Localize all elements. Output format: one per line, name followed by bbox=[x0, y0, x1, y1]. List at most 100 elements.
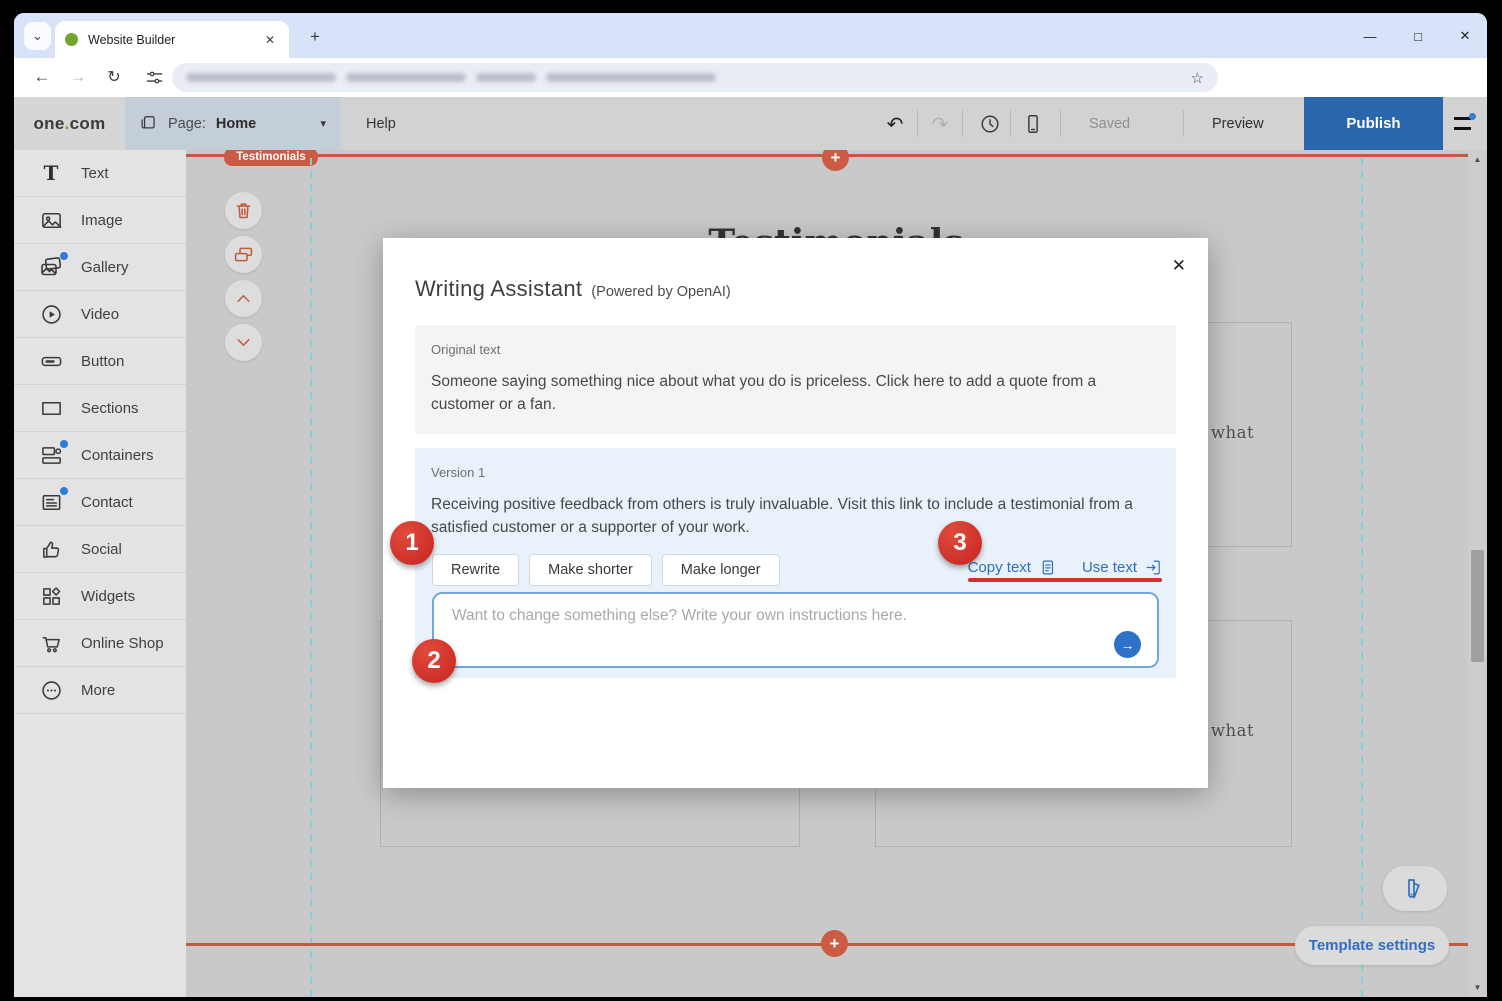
contact-form-icon bbox=[40, 491, 63, 514]
builder-toolbar: one.com Page: Home ▾ Help ↶ ↷ bbox=[14, 97, 1487, 150]
forward-button[interactable]: → bbox=[64, 63, 92, 91]
add-section-button-top[interactable]: + bbox=[822, 150, 849, 171]
sidebar-item-containers[interactable]: Containers bbox=[14, 432, 186, 479]
use-text-import-icon bbox=[1145, 559, 1162, 576]
reload-button[interactable]: ↻ bbox=[100, 63, 128, 91]
divider bbox=[962, 110, 963, 137]
sidebar-item-text[interactable]: T Text bbox=[14, 150, 186, 197]
sidebar-item-social[interactable]: Social bbox=[14, 526, 186, 573]
sidebar-item-contact[interactable]: Contact bbox=[14, 479, 186, 526]
make-longer-button[interactable]: Make longer bbox=[662, 554, 780, 586]
original-text-label: Original text bbox=[431, 342, 1160, 357]
send-button[interactable]: → bbox=[1114, 631, 1141, 658]
forward-icon: → bbox=[70, 67, 87, 87]
tab-search-button[interactable]: ⌄ bbox=[24, 22, 51, 50]
scrollbar-thumb[interactable] bbox=[1471, 550, 1484, 662]
pages-icon bbox=[139, 114, 158, 133]
preview-button[interactable]: Preview bbox=[1212, 97, 1264, 150]
close-icon: ✕ bbox=[1172, 256, 1186, 275]
redo-button[interactable]: ↷ bbox=[926, 110, 954, 138]
history-clock-icon bbox=[979, 113, 1001, 135]
move-section-down-button[interactable] bbox=[225, 324, 262, 361]
copy-text-link[interactable]: Copy text bbox=[968, 559, 1056, 576]
sidebar-item-more[interactable]: More bbox=[14, 667, 186, 714]
back-icon: ← bbox=[34, 67, 51, 87]
divider bbox=[1060, 110, 1061, 137]
scroll-down-icon[interactable]: ▼ bbox=[1468, 983, 1487, 992]
page-selector[interactable]: Page: Home ▾ bbox=[125, 97, 340, 150]
instructions-input[interactable] bbox=[450, 606, 1074, 626]
writing-assistant-modal: ✕ Writing Assistant (Powered by OpenAI) … bbox=[383, 238, 1208, 788]
more-icon bbox=[40, 679, 63, 702]
element-sidebar: T Text Image Gallery Video bbox=[14, 150, 186, 997]
help-button[interactable]: Help bbox=[366, 97, 396, 150]
scroll-up-icon[interactable]: ▲ bbox=[1468, 155, 1487, 164]
mobile-preview-button[interactable] bbox=[1019, 110, 1047, 138]
sidebar-item-sections[interactable]: Sections bbox=[14, 385, 186, 432]
reload-icon: ↻ bbox=[107, 67, 120, 87]
browser-titlebar: ⌄ Website Builder ✕ + — □ ✕ bbox=[14, 13, 1487, 58]
modal-close-button[interactable]: ✕ bbox=[1172, 256, 1186, 276]
vertical-scrollbar[interactable]: ▲ ▼ bbox=[1468, 150, 1487, 997]
window-minimize-button[interactable]: — bbox=[1354, 22, 1386, 50]
tune-button[interactable] bbox=[140, 63, 168, 91]
sidebar-item-button[interactable]: Button bbox=[14, 338, 186, 385]
one-com-logo: one.com bbox=[14, 97, 125, 150]
modal-subtitle: (Powered by OpenAI) bbox=[591, 284, 730, 300]
divider bbox=[917, 110, 918, 137]
page-label: Page: bbox=[168, 116, 206, 132]
template-settings-button[interactable]: Template settings bbox=[1295, 926, 1449, 965]
new-feature-dot bbox=[60, 252, 68, 260]
divider bbox=[1183, 110, 1184, 137]
sidebar-item-video[interactable]: Video bbox=[14, 291, 186, 338]
tab-close-icon[interactable]: ✕ bbox=[261, 31, 279, 49]
menu-icon bbox=[1454, 127, 1471, 130]
browser-tab[interactable]: Website Builder ✕ bbox=[55, 21, 289, 58]
address-bar[interactable]: ☆ bbox=[172, 63, 1218, 92]
version-text: Receiving positive feedback from others … bbox=[431, 493, 1137, 539]
add-section-button-bottom[interactable]: + bbox=[821, 930, 848, 957]
back-button[interactable]: ← bbox=[28, 63, 56, 91]
style-palette-button[interactable] bbox=[1383, 866, 1447, 911]
make-shorter-button[interactable]: Make shorter bbox=[529, 554, 652, 586]
preview-label: Preview bbox=[1212, 116, 1264, 132]
sidebar-item-gallery[interactable]: Gallery bbox=[14, 244, 186, 291]
publish-button[interactable]: Publish bbox=[1304, 97, 1443, 150]
original-text-panel: Original text Someone saying something n… bbox=[415, 325, 1176, 434]
layout-guide-right bbox=[1361, 158, 1363, 997]
new-feature-dot bbox=[60, 487, 68, 495]
undo-button[interactable]: ↶ bbox=[881, 110, 909, 138]
rewrite-button[interactable]: Rewrite bbox=[432, 554, 519, 586]
toolbar-menu-button[interactable] bbox=[1454, 114, 1476, 133]
annotation-step-3: 3 bbox=[938, 521, 982, 565]
plus-icon: + bbox=[830, 934, 840, 954]
use-text-link[interactable]: Use text bbox=[1082, 559, 1162, 576]
sidebar-item-online-shop[interactable]: Online Shop bbox=[14, 620, 186, 667]
chevron-up-icon bbox=[233, 288, 254, 309]
trash-icon bbox=[233, 200, 254, 221]
move-section-up-button[interactable] bbox=[225, 280, 262, 317]
annotation-step-1: 1 bbox=[390, 521, 434, 565]
window-maximize-button[interactable]: □ bbox=[1402, 22, 1434, 50]
browser-urlbar: ← → ↻ ☆ bbox=[14, 58, 1487, 97]
tab-favicon bbox=[65, 33, 78, 46]
duplicate-section-button[interactable] bbox=[225, 236, 262, 273]
delete-section-button[interactable] bbox=[225, 192, 262, 229]
sidebar-item-image[interactable]: Image bbox=[14, 197, 186, 244]
version-panel: Version 1 Receiving positive feedback fr… bbox=[415, 448, 1176, 678]
layout-guide-left bbox=[310, 158, 312, 997]
new-feature-dot bbox=[60, 440, 68, 448]
annotation-underline bbox=[968, 578, 1162, 582]
tune-icon bbox=[145, 68, 164, 87]
blurred-url-segment bbox=[546, 73, 716, 82]
new-tab-button[interactable]: + bbox=[302, 24, 328, 50]
window-close-button[interactable]: ✕ bbox=[1449, 22, 1481, 50]
logo-text: com bbox=[70, 114, 106, 134]
history-button[interactable] bbox=[976, 110, 1004, 138]
close-icon: ✕ bbox=[1460, 28, 1471, 44]
palette-icon bbox=[1403, 877, 1427, 901]
containers-icon bbox=[40, 444, 63, 467]
sidebar-item-widgets[interactable]: Widgets bbox=[14, 573, 186, 620]
bookmark-star-icon[interactable]: ☆ bbox=[1191, 69, 1204, 87]
blurred-url-segment bbox=[346, 73, 466, 82]
